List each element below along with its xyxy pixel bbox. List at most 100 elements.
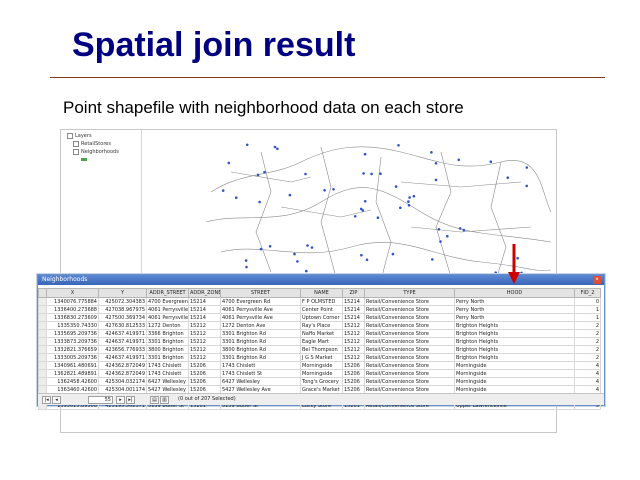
store-point[interactable] (458, 227, 462, 230)
store-point[interactable] (525, 166, 529, 169)
close-icon[interactable]: × (593, 276, 601, 284)
store-point[interactable] (394, 185, 398, 188)
store-point[interactable] (437, 228, 441, 231)
last-record-icon[interactable]: ▸| (126, 396, 135, 404)
layer-checkbox-icon[interactable] (73, 140, 79, 147)
column-header[interactable]: ADDR_ZONE (188, 288, 221, 298)
column-header[interactable]: Y (98, 288, 147, 298)
store-point[interactable] (391, 252, 395, 256)
store-point[interactable] (434, 178, 438, 182)
table-row[interactable]: 1332821.376659 423656.776933 3800 Brighton… (38, 345, 601, 354)
row-selector[interactable] (38, 361, 47, 370)
store-point[interactable] (362, 172, 365, 175)
toc-layers[interactable]: Layers (67, 132, 92, 140)
column-header[interactable]: ADDR_STREET (146, 288, 189, 298)
row-selector[interactable] (38, 313, 47, 322)
map-canvas[interactable] (201, 132, 556, 282)
store-point[interactable] (258, 200, 261, 204)
store-point[interactable] (245, 265, 248, 269)
layer-checkbox-icon[interactable] (67, 132, 73, 139)
store-point[interactable] (332, 188, 335, 191)
store-point[interactable] (268, 245, 272, 248)
column-header[interactable]: X (46, 288, 99, 298)
store-point[interactable] (412, 194, 416, 198)
store-point[interactable] (244, 259, 248, 262)
store-point[interactable] (376, 216, 380, 219)
column-header[interactable]: NAME (300, 288, 343, 298)
store-point[interactable] (379, 172, 382, 175)
store-point[interactable] (446, 234, 449, 238)
store-point[interactable] (273, 145, 277, 149)
store-point[interactable] (276, 147, 279, 151)
store-point[interactable] (359, 207, 363, 211)
store-point[interactable] (296, 260, 299, 263)
row-selector[interactable] (38, 329, 47, 338)
store-point[interactable] (263, 170, 266, 174)
store-point[interactable] (310, 246, 314, 249)
store-point[interactable] (360, 253, 363, 257)
store-point[interactable] (462, 228, 466, 232)
table-row[interactable]: 1333873.209736 424637.419971 3301 Brighton… (38, 337, 601, 346)
table-row[interactable]: 1335695.209736 424637.419971 3366 Brighton… (38, 329, 601, 338)
store-point[interactable] (430, 151, 433, 154)
store-point[interactable] (305, 269, 308, 273)
column-header[interactable]: STREET (220, 288, 301, 298)
table-row[interactable]: 1333005.209736 424637.419971 3301 Brighton… (38, 353, 601, 362)
store-point[interactable] (439, 240, 442, 243)
store-point[interactable] (353, 215, 357, 218)
table-row[interactable]: 1362821.489891 424362.872049 1743 Chislett… (38, 369, 601, 378)
row-selector[interactable] (38, 297, 47, 306)
store-point[interactable] (431, 258, 434, 261)
table-row[interactable]: 1340076.775884 425072.304383 4700 Evergree… (38, 297, 601, 306)
store-point[interactable] (399, 206, 402, 210)
store-point[interactable] (323, 189, 326, 192)
store-point[interactable] (506, 176, 510, 179)
row-selector[interactable] (38, 305, 47, 314)
column-header[interactable]: TYPE (364, 288, 455, 298)
show-all-icon[interactable]: ▤ (150, 396, 159, 404)
layer-checkbox-icon[interactable] (73, 148, 79, 155)
store-point[interactable] (434, 162, 438, 165)
table-row[interactable]: 1340961.480691 424362.872049 1743 Chislett… (38, 361, 601, 370)
store-point[interactable] (221, 189, 225, 192)
first-record-icon[interactable]: |◂ (42, 396, 51, 404)
store-point[interactable] (365, 258, 369, 262)
table-row[interactable]: 1336400.273688 427038.967975 4061 Perrysvi… (38, 305, 601, 314)
row-selector[interactable] (38, 337, 47, 346)
table-row[interactable]: 1335350.74330 427630.812533 1272 Denton 152… (38, 321, 601, 330)
row-selector[interactable] (38, 345, 47, 354)
store-point[interactable] (408, 196, 411, 199)
store-point[interactable] (234, 196, 238, 199)
store-point[interactable] (363, 200, 367, 203)
store-point[interactable] (407, 200, 410, 203)
store-point[interactable] (363, 152, 367, 156)
store-point[interactable] (397, 144, 400, 147)
store-point[interactable] (306, 244, 309, 247)
store-point[interactable] (304, 172, 307, 176)
next-record-icon[interactable]: ▸ (116, 396, 125, 404)
store-point[interactable] (525, 184, 528, 188)
store-point[interactable] (370, 172, 373, 176)
column-header[interactable]: HOOD (454, 288, 575, 298)
toc-retail-stores[interactable]: RetailStores (73, 140, 111, 148)
toc-neighborhoods[interactable]: Neighborhoods (73, 148, 119, 156)
prev-record-icon[interactable]: ◂ (52, 396, 61, 404)
store-point[interactable] (259, 247, 263, 251)
store-point[interactable] (245, 143, 249, 147)
store-point[interactable] (256, 173, 260, 177)
record-number-input[interactable]: 55 (88, 396, 113, 404)
show-selected-icon[interactable]: ▥ (160, 396, 169, 404)
column-header[interactable]: FID_2 (574, 288, 601, 298)
row-selector[interactable] (38, 369, 47, 378)
store-point[interactable] (407, 204, 411, 207)
store-point[interactable] (457, 158, 461, 162)
store-point[interactable] (288, 193, 292, 197)
row-selector[interactable] (38, 353, 47, 362)
store-point[interactable] (227, 161, 231, 165)
store-point[interactable] (293, 252, 296, 256)
store-point[interactable] (489, 160, 493, 163)
row-selector[interactable] (38, 377, 47, 386)
row-selector[interactable] (38, 321, 47, 330)
table-row[interactable]: 1362458.42600 425304.032174 6427 Wellesley… (38, 377, 601, 386)
column-header[interactable]: ZIP (342, 288, 365, 298)
